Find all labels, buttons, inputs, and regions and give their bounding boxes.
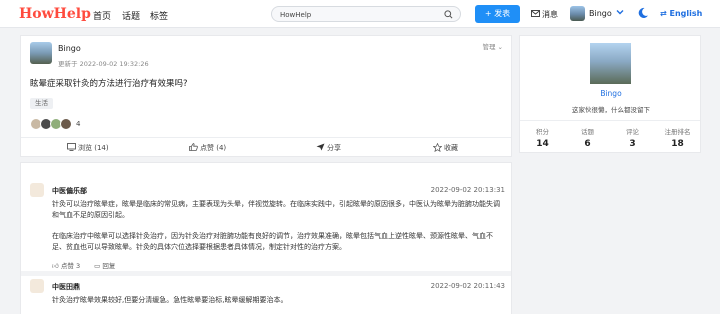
manage-dropdown[interactable]: 管理 ⌄ [482,41,503,51]
language-label: English [669,9,703,18]
answer-text: 针灸可以治疗眩晕症，眩晕是临床的常见病，主要表现为头晕，伴视觉旋转。在临床实践中… [52,200,500,219]
user-name: Bingo [589,9,612,18]
updated-time: 更新于 2022-09-02 19:32:26 [58,60,149,68]
avatar [60,118,72,130]
moon-icon[interactable] [637,7,649,19]
answer-date: 2022-09-02 20:11:43 [430,282,505,290]
comment-icon: ▭ [94,262,101,270]
nav-tags[interactable]: 标签 [150,9,168,22]
stat-label: 积分 [536,128,549,136]
nav-topics[interactable]: 话题 [122,9,140,22]
likers-count: 4 [76,120,81,128]
stat-label: 评论 [626,128,639,136]
views-label: 浏览 (14) [78,144,109,152]
question-card: Bingo 更新于 2022-09-02 19:32:26 管理 ⌄ 眩晕症采取… [20,35,512,157]
stat-rank: 注册排名 18 [655,126,700,149]
stat-topics[interactable]: 话题 6 [565,126,610,149]
chevron-down-icon [616,10,624,15]
star-icon [433,143,442,152]
translate-icon: ⇄ [660,9,667,18]
stat-points: 积分 14 [520,126,565,149]
share-button[interactable]: 分享 [316,143,341,153]
answer-author-name: 中医偏乐部 [52,187,87,195]
answer-like-label: 点赞 3 [60,262,81,270]
stat-value: 3 [629,139,636,149]
search-icon[interactable] [444,10,453,19]
language-switch[interactable]: ⇄ English [660,9,702,18]
top-navbar: HowHelp 首页 话题 标签 + 发表 消息 Bingo ⇄ English [0,0,720,28]
like-button[interactable]: 点赞 (4) [189,143,226,153]
post-button[interactable]: + 发表 [475,5,520,23]
profile-card: Bingo 这家伙很懒，什么都没留下 积分 14 话题 6 评论 3 注册排名 … [519,35,701,153]
author-avatar[interactable] [30,42,52,64]
stat-label: 注册排名 [664,128,691,136]
messages-label: 消息 [542,10,558,19]
answer-text: 在临床治疗中眩晕可以选择针灸治疗，因为针灸治疗对脏腑功能有良好的调节，治疗效果准… [52,232,493,251]
author-name[interactable]: Bingo [58,44,81,53]
search-box [271,6,461,22]
mail-icon [531,10,540,17]
stat-value: 14 [536,139,549,149]
likes-label: 点赞 (4) [200,144,227,152]
action-bar: 浏览 (14) 点赞 (4) 分享 收藏 [21,137,511,157]
stat-comments[interactable]: 评论 3 [610,126,655,149]
site-logo[interactable]: HowHelp [19,6,91,22]
share-label: 分享 [327,144,341,152]
profile-avatar[interactable] [590,43,631,84]
thumbs-up-icon: 👍︎ [52,262,59,270]
profile-stats: 积分 14 话题 6 评论 3 注册排名 18 [520,120,700,153]
question-title: 眩晕症采取针灸的方法进行治疗有效果吗? [30,79,188,89]
divider [21,271,511,276]
stat-value: 18 [671,139,684,149]
thumbs-up-icon [189,143,198,151]
send-icon [316,143,325,151]
views-button[interactable]: 浏览 (14) [67,143,109,153]
answer-date: 2022-09-02 20:13:31 [430,186,505,194]
answer-like-button[interactable]: 👍︎ 点赞 3 [52,260,80,270]
answer-actions: 👍︎ 点赞 3 ▭ 回复 [52,260,127,270]
favorite-button[interactable]: 收藏 [433,143,458,153]
tag-chip[interactable]: 生活 [30,98,53,109]
answer-avatar-icon [30,279,44,293]
answer-text: 针灸治疗眩晕效果较好,但要分清缓急。急性眩晕要治标,眩晕缓解期要治本。 [52,296,288,304]
search-input[interactable] [280,9,440,20]
nav-home[interactable]: 首页 [93,9,111,22]
profile-bio: 这家伙很懒，什么都没留下 [572,106,650,114]
answer-avatar-icon [30,183,44,197]
answer-author-name: 中医田鼎 [52,283,80,291]
stat-value: 6 [584,139,591,149]
avatar [570,6,585,21]
answers-card: 中医偏乐部 2022-09-02 20:13:31 针灸可以治疗眩晕症，眩晕是临… [20,162,512,314]
chevron-down-icon: ⌄ [497,43,503,51]
answer-reply-label: 回复 [102,262,116,270]
profile-name[interactable]: Bingo [520,89,702,98]
messages-link[interactable]: 消息 [531,9,558,20]
answer-reply-button[interactable]: ▭ 回复 [94,260,115,270]
manage-label: 管理 [482,43,496,51]
favorite-label: 收藏 [444,144,458,152]
stat-label: 话题 [581,128,594,136]
views-icon [67,143,76,151]
